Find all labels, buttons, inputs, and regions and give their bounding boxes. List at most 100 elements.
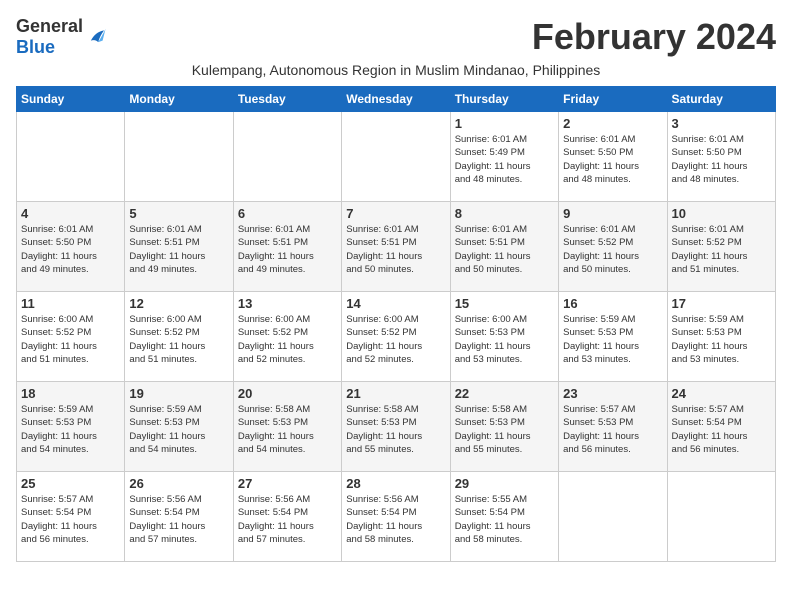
calendar-cell: 14 Sunrise: 6:00 AM Sunset: 5:52 PM Dayli…: [342, 292, 450, 382]
calendar-cell: 27 Sunrise: 5:56 AM Sunset: 5:54 PM Dayli…: [233, 472, 341, 562]
day-number: 15: [455, 296, 554, 311]
day-header-saturday: Saturday: [667, 87, 775, 112]
day-info: Sunrise: 5:56 AM Sunset: 5:54 PM Dayligh…: [238, 493, 337, 546]
day-info: Sunrise: 6:00 AM Sunset: 5:52 PM Dayligh…: [21, 313, 120, 366]
calendar-cell: [17, 112, 125, 202]
calendar-week-row: 4 Sunrise: 6:01 AM Sunset: 5:50 PM Daylig…: [17, 202, 776, 292]
day-number: 9: [563, 206, 662, 221]
day-info: Sunrise: 5:56 AM Sunset: 5:54 PM Dayligh…: [129, 493, 228, 546]
calendar-cell: 28Sunrise: 5:56 AM Sunset: 5:54 PM Dayli…: [342, 472, 450, 562]
day-number: 5: [129, 206, 228, 221]
day-info: Sunrise: 5:59 AM Sunset: 5:53 PM Dayligh…: [563, 313, 662, 366]
calendar-week-row: 11 Sunrise: 6:00 AM Sunset: 5:52 PM Dayli…: [17, 292, 776, 382]
day-info: Sunrise: 6:01 AM Sunset: 5:51 PM Dayligh…: [129, 223, 228, 276]
calendar-cell: 16 Sunrise: 5:59 AM Sunset: 5:53 PM Dayli…: [559, 292, 667, 382]
logo-text: General Blue: [16, 16, 83, 58]
day-info: Sunrise: 5:55 AM Sunset: 5:54 PM Dayligh…: [455, 493, 554, 546]
calendar-cell: 25 Sunrise: 5:57 AM Sunset: 5:54 PM Dayli…: [17, 472, 125, 562]
day-info: Sunrise: 6:01 AM Sunset: 5:51 PM Dayligh…: [346, 223, 445, 276]
calendar-cell: 18Sunrise: 5:59 AM Sunset: 5:53 PM Dayli…: [17, 382, 125, 472]
day-number: 4: [21, 206, 120, 221]
day-number: 16: [563, 296, 662, 311]
calendar-cell: 12 Sunrise: 6:00 AM Sunset: 5:52 PM Dayli…: [125, 292, 233, 382]
calendar-cell: 3 Sunrise: 6:01 AM Sunset: 5:50 PM Daylig…: [667, 112, 775, 202]
day-number: 3: [672, 116, 771, 131]
day-number: 21: [346, 386, 445, 401]
day-info: Sunrise: 6:01 AM Sunset: 5:50 PM Dayligh…: [672, 133, 771, 186]
month-title: February 2024: [532, 16, 776, 58]
day-number: 29: [455, 476, 554, 491]
day-info: Sunrise: 5:59 AM Sunset: 5:53 PM Dayligh…: [129, 403, 228, 456]
day-info: Sunrise: 5:58 AM Sunset: 5:53 PM Dayligh…: [346, 403, 445, 456]
day-number: 7: [346, 206, 445, 221]
calendar-cell: 9 Sunrise: 6:01 AM Sunset: 5:52 PM Daylig…: [559, 202, 667, 292]
day-info: Sunrise: 6:01 AM Sunset: 5:52 PM Dayligh…: [672, 223, 771, 276]
day-number: 10: [672, 206, 771, 221]
day-number: 2: [563, 116, 662, 131]
calendar-week-row: 1Sunrise: 6:01 AM Sunset: 5:49 PM Daylig…: [17, 112, 776, 202]
day-number: 17: [672, 296, 771, 311]
day-number: 1: [455, 116, 554, 131]
day-header-friday: Friday: [559, 87, 667, 112]
day-number: 22: [455, 386, 554, 401]
header: General Blue February 2024: [16, 16, 776, 58]
calendar-cell: 10 Sunrise: 6:01 AM Sunset: 5:52 PM Dayli…: [667, 202, 775, 292]
calendar-cell: [559, 472, 667, 562]
calendar-cell: 8Sunrise: 6:01 AM Sunset: 5:51 PM Daylig…: [450, 202, 558, 292]
calendar-cell: [125, 112, 233, 202]
day-header-monday: Monday: [125, 87, 233, 112]
calendar-cell: 5 Sunrise: 6:01 AM Sunset: 5:51 PM Daylig…: [125, 202, 233, 292]
day-number: 12: [129, 296, 228, 311]
day-info: Sunrise: 6:01 AM Sunset: 5:51 PM Dayligh…: [455, 223, 554, 276]
day-header-wednesday: Wednesday: [342, 87, 450, 112]
day-info: Sunrise: 6:00 AM Sunset: 5:53 PM Dayligh…: [455, 313, 554, 366]
calendar-cell: [667, 472, 775, 562]
day-number: 20: [238, 386, 337, 401]
day-number: 23: [563, 386, 662, 401]
calendar-cell: 20 Sunrise: 5:58 AM Sunset: 5:53 PM Dayli…: [233, 382, 341, 472]
day-number: 27: [238, 476, 337, 491]
calendar-cell: 1Sunrise: 6:01 AM Sunset: 5:49 PM Daylig…: [450, 112, 558, 202]
day-info: Sunrise: 5:59 AM Sunset: 5:53 PM Dayligh…: [672, 313, 771, 366]
day-info: Sunrise: 6:01 AM Sunset: 5:50 PM Dayligh…: [563, 133, 662, 186]
day-info: Sunrise: 5:57 AM Sunset: 5:54 PM Dayligh…: [672, 403, 771, 456]
calendar-cell: 21 Sunrise: 5:58 AM Sunset: 5:53 PM Dayli…: [342, 382, 450, 472]
day-number: 25: [21, 476, 120, 491]
calendar-cell: 13 Sunrise: 6:00 AM Sunset: 5:52 PM Dayli…: [233, 292, 341, 382]
day-number: 26: [129, 476, 228, 491]
logo-blue: Blue: [16, 37, 55, 57]
day-number: 11: [21, 296, 120, 311]
calendar-cell: [342, 112, 450, 202]
day-info: Sunrise: 6:00 AM Sunset: 5:52 PM Dayligh…: [129, 313, 228, 366]
day-number: 14: [346, 296, 445, 311]
calendar-cell: 11 Sunrise: 6:00 AM Sunset: 5:52 PM Dayli…: [17, 292, 125, 382]
day-number: 13: [238, 296, 337, 311]
day-info: Sunrise: 6:01 AM Sunset: 5:50 PM Dayligh…: [21, 223, 120, 276]
day-number: 24: [672, 386, 771, 401]
calendar-cell: 4 Sunrise: 6:01 AM Sunset: 5:50 PM Daylig…: [17, 202, 125, 292]
calendar-cell: 2 Sunrise: 6:01 AM Sunset: 5:50 PM Daylig…: [559, 112, 667, 202]
day-info: Sunrise: 5:58 AM Sunset: 5:53 PM Dayligh…: [455, 403, 554, 456]
calendar-cell: 22 Sunrise: 5:58 AM Sunset: 5:53 PM Dayli…: [450, 382, 558, 472]
day-info: Sunrise: 5:57 AM Sunset: 5:54 PM Dayligh…: [21, 493, 120, 546]
day-number: 6: [238, 206, 337, 221]
calendar-table: SundayMondayTuesdayWednesdayThursdayFrid…: [16, 86, 776, 562]
logo: General Blue: [16, 16, 107, 58]
calendar-cell: 19 Sunrise: 5:59 AM Sunset: 5:53 PM Dayli…: [125, 382, 233, 472]
calendar-cell: 29 Sunrise: 5:55 AM Sunset: 5:54 PM Dayli…: [450, 472, 558, 562]
calendar-cell: 23Sunrise: 5:57 AM Sunset: 5:53 PM Dayli…: [559, 382, 667, 472]
day-info: Sunrise: 6:00 AM Sunset: 5:52 PM Dayligh…: [238, 313, 337, 366]
calendar-cell: 6Sunrise: 6:01 AM Sunset: 5:51 PM Daylig…: [233, 202, 341, 292]
calendar-cell: 26 Sunrise: 5:56 AM Sunset: 5:54 PM Dayli…: [125, 472, 233, 562]
day-number: 28: [346, 476, 445, 491]
day-info: Sunrise: 6:00 AM Sunset: 5:52 PM Dayligh…: [346, 313, 445, 366]
logo-bird-icon: [85, 26, 107, 48]
day-number: 19: [129, 386, 228, 401]
calendar-cell: 7 Sunrise: 6:01 AM Sunset: 5:51 PM Daylig…: [342, 202, 450, 292]
day-info: Sunrise: 5:58 AM Sunset: 5:53 PM Dayligh…: [238, 403, 337, 456]
day-header-sunday: Sunday: [17, 87, 125, 112]
day-info: Sunrise: 6:01 AM Sunset: 5:52 PM Dayligh…: [563, 223, 662, 276]
logo-general: General: [16, 16, 83, 36]
calendar-cell: 17 Sunrise: 5:59 AM Sunset: 5:53 PM Dayli…: [667, 292, 775, 382]
day-number: 18: [21, 386, 120, 401]
